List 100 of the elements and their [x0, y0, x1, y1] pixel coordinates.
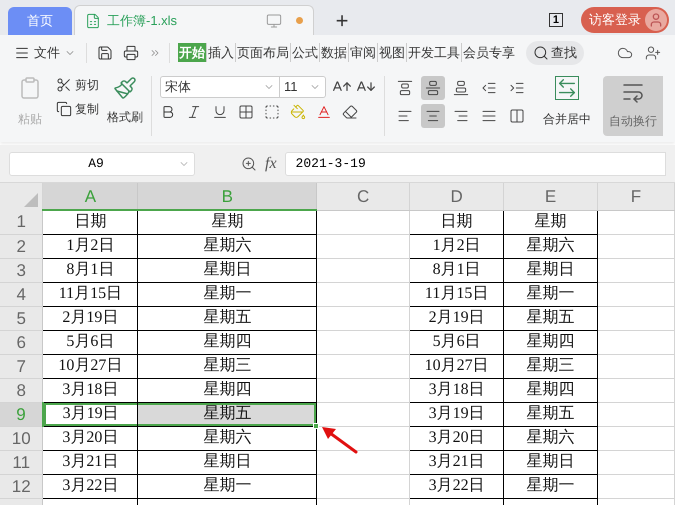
table-cell: 星期日 [203, 261, 252, 278]
format-painter-button[interactable]: 格式刷 [107, 76, 143, 142]
column-header[interactable]: F [598, 183, 674, 210]
table-cell: 10月27日 [424, 357, 489, 374]
row-header[interactable]: 6 [0, 330, 43, 354]
align-top-icon [397, 80, 413, 96]
eraser-icon [342, 104, 358, 120]
font-size-dropdown[interactable]: 11 [280, 76, 326, 98]
search-button[interactable]: 查找 [526, 40, 584, 64]
document-tab[interactable]: 首页 [8, 7, 72, 35]
table-cell: 星期一 [526, 285, 575, 302]
ribbon-tab[interactable]: 页面布局 [235, 42, 290, 62]
table-cell: 3月20日 [428, 429, 485, 446]
table-cell: 2月19日 [62, 309, 118, 326]
column-header[interactable]: C [316, 183, 410, 210]
table-cell: 3月21日 [62, 453, 118, 470]
align-justify-icon [481, 108, 497, 124]
table-cell: 星期六 [203, 237, 252, 254]
new-tab-button[interactable]: + [324, 7, 360, 35]
row-header[interactable]: 7 [0, 354, 43, 378]
window-count-badge: 1 [548, 12, 563, 26]
cut-button[interactable]: 剪切 [56, 76, 99, 94]
formula-field[interactable]: 2021-3-19 [284, 152, 666, 176]
fill-color-icon [290, 104, 306, 120]
underline-icon [212, 104, 228, 120]
table-cell: 3月18日 [428, 381, 485, 398]
table-cell: 星期日 [526, 453, 575, 470]
zoom-icon [241, 156, 257, 172]
table-cell: 5月6日 [66, 333, 114, 350]
align-middle-icon [425, 80, 441, 96]
merge-center-button[interactable]: 合并居中 [543, 76, 591, 142]
italic-icon [186, 104, 202, 120]
ribbon-tab[interactable]: 插入 [206, 42, 235, 62]
wrap-text-button[interactable]: 自动换行 [603, 76, 663, 136]
row-header[interactable]: 8 [0, 378, 43, 402]
merge-cells-icon [555, 76, 579, 100]
align-distribute-icon [509, 108, 525, 124]
ribbon-tab[interactable]: 审阅 [348, 42, 377, 62]
table-cell: 3月21日 [428, 453, 485, 470]
table-cell: 星期六 [526, 429, 575, 446]
file-menu[interactable]: 文件 [14, 42, 76, 62]
avatar-icon [645, 8, 667, 30]
ribbon-tab[interactable]: 数据 [319, 42, 348, 62]
ribbon-tab[interactable]: 视图 [377, 42, 406, 62]
column-header[interactable]: E [504, 183, 598, 210]
table-cell: 3月19日 [428, 405, 485, 422]
table-cell: 星期五 [526, 405, 575, 422]
row-header[interactable]: 4 [0, 282, 43, 306]
align-middle-button[interactable] [421, 76, 445, 100]
table-cell: 10月27日 [58, 357, 122, 374]
table-cell: 星期 [211, 213, 244, 230]
row-header[interactable]: 12 [0, 474, 43, 498]
save-button[interactable] [97, 44, 113, 60]
name-box[interactable]: A9 [9, 152, 195, 176]
table-cell: 星期四 [203, 381, 252, 398]
copy-button[interactable]: 复制 [56, 100, 99, 118]
row-header[interactable]: 3 [0, 258, 43, 282]
table-cell: 1月2日 [432, 237, 481, 254]
table-cell: 日期 [440, 213, 473, 230]
table-cell: 2月19日 [428, 309, 485, 326]
column-header[interactable]: D [410, 183, 504, 210]
arrow-drawing [322, 426, 358, 454]
table-cell: 3月19日 [62, 405, 119, 422]
table-cell: 星期日 [526, 261, 575, 278]
border-icon [238, 104, 254, 120]
table-cell: 3月20日 [62, 429, 118, 446]
align-center-button[interactable] [421, 104, 445, 128]
table-cell: 星期一 [526, 477, 575, 494]
login-button[interactable]: 访客登录 [581, 6, 669, 32]
table-cell: 星期四 [203, 333, 252, 350]
function-label[interactable]: fx [265, 152, 277, 176]
paintbrush-icon [113, 76, 137, 100]
table-cell: 11月15日 [58, 285, 122, 302]
document-tab[interactable]: 工作簿-1.xls [74, 5, 314, 35]
print-button[interactable] [123, 44, 139, 60]
table-cell: 8月1日 [66, 261, 114, 278]
table-cell: 星期六 [526, 237, 575, 254]
align-left-icon [397, 108, 413, 124]
align-right-icon [453, 108, 469, 124]
ribbon-tab[interactable]: 会员专享 [461, 42, 516, 62]
font-dropdown[interactable]: 宋体 [160, 76, 280, 98]
row-header[interactable]: 11 [0, 450, 43, 474]
search-icon [533, 44, 549, 60]
align-center-icon [425, 108, 441, 124]
row-header[interactable]: 2 [0, 234, 43, 258]
table-cell: 3月18日 [62, 381, 118, 398]
table-cell: 星期三 [203, 357, 252, 374]
row-header[interactable]: 5 [0, 306, 43, 330]
ribbon-tab[interactable]: 开始 [178, 42, 206, 62]
table-cell: 8月1日 [432, 261, 481, 278]
table-cell: 日期 [74, 213, 106, 230]
ribbon-tab[interactable]: 公式 [290, 42, 319, 62]
table-cell: 星期五 [526, 309, 575, 326]
row-header[interactable]: 1 [0, 210, 43, 234]
row-header[interactable]: 10 [0, 426, 43, 450]
monitor-icon [266, 12, 282, 28]
table-cell: 星期四 [526, 333, 575, 350]
fill-handle[interactable] [313, 422, 320, 428]
table-cell: 星期五 [203, 309, 252, 326]
ribbon-tab[interactable]: 开发工具 [406, 42, 461, 62]
